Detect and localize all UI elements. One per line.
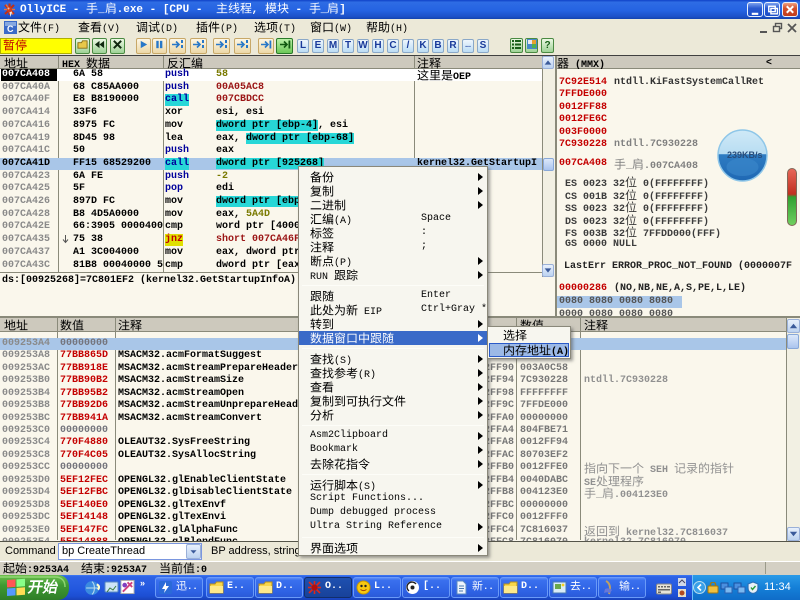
svg-text:239KB/s: 239KB/s (727, 150, 763, 160)
svg-text:C: C (7, 24, 14, 34)
